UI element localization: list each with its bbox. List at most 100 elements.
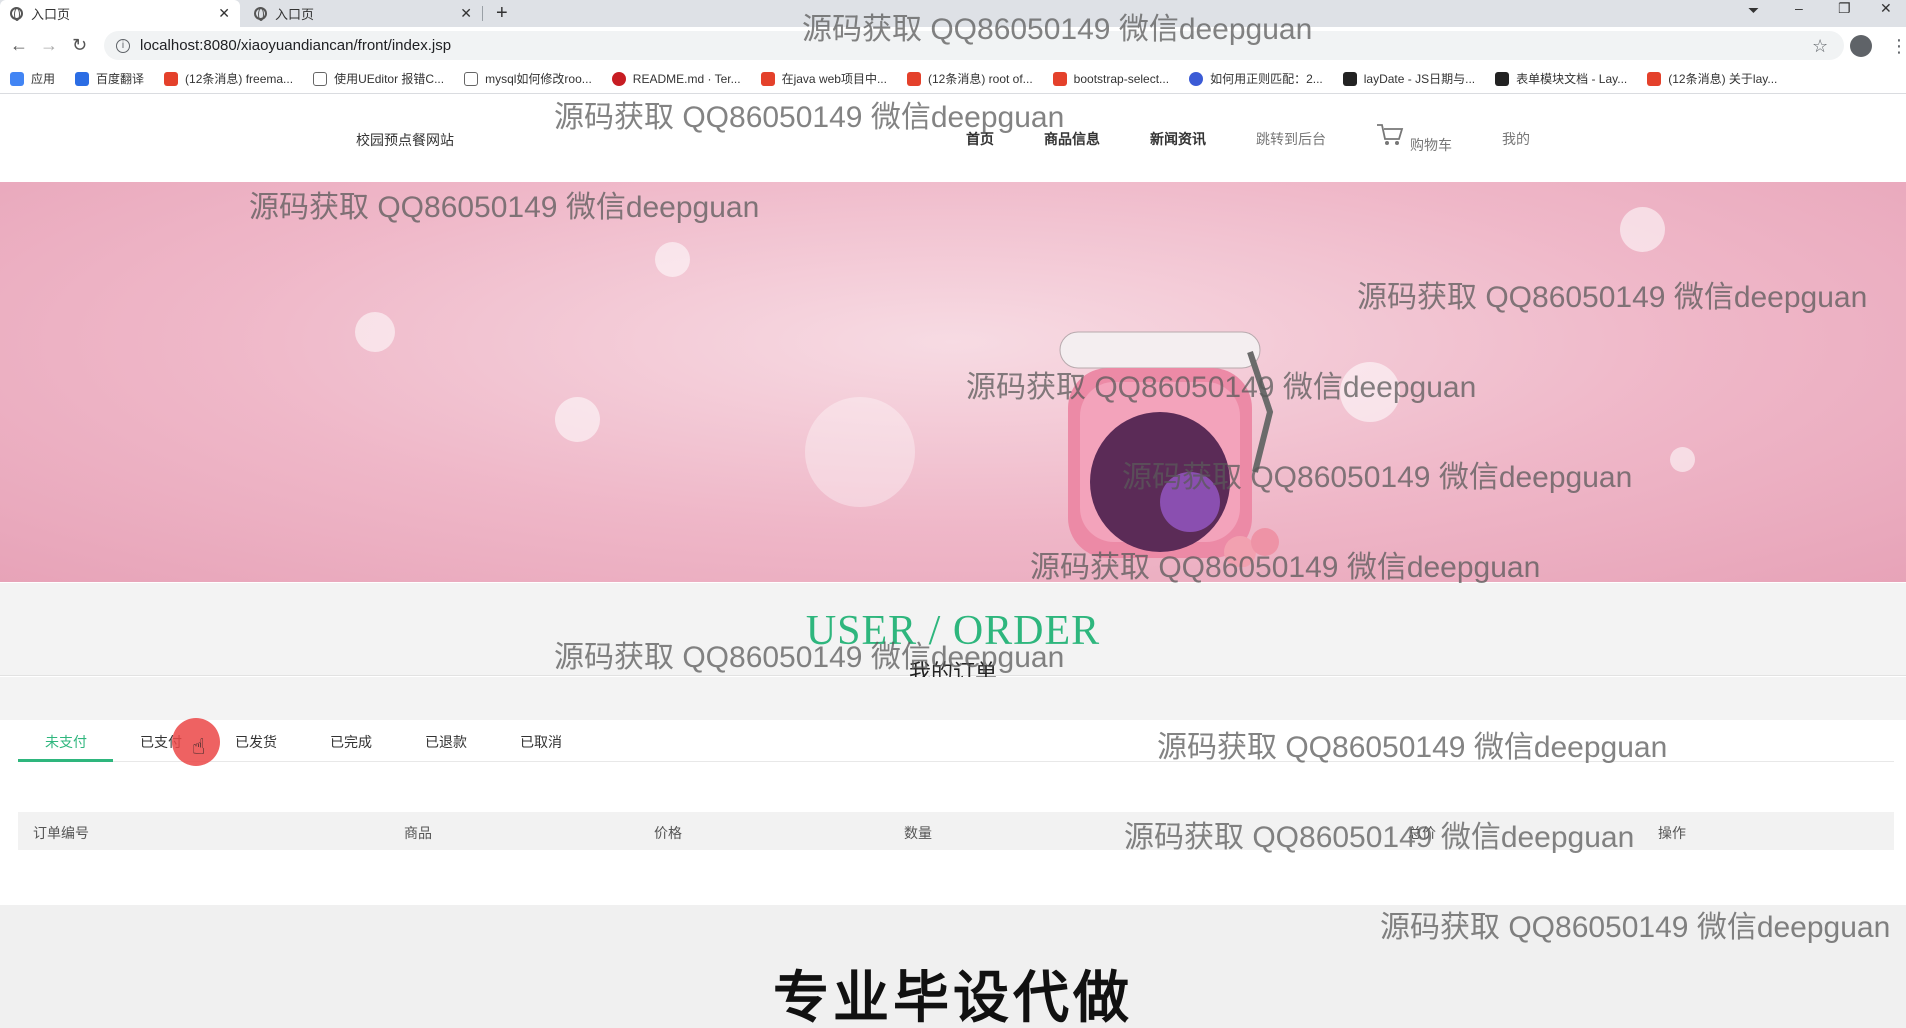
- nav-cart[interactable]: 购物车: [1410, 135, 1452, 155]
- site-brand[interactable]: 校园预点餐网站: [356, 130, 454, 150]
- csdn-icon: [906, 71, 921, 86]
- nav-admin[interactable]: 跳转到后台: [1256, 129, 1326, 149]
- star-icon[interactable]: ☆: [1812, 36, 1828, 57]
- column-price: 价格: [654, 825, 682, 841]
- bookmark-label: (12条消息) 关于lay...: [1668, 72, 1778, 86]
- globe-icon: [254, 7, 267, 21]
- bookmark-label: 百度翻译: [96, 72, 145, 86]
- bookmark-item[interactable]: README.md · Ter...: [611, 71, 741, 86]
- gitee-icon: [611, 71, 626, 86]
- column-product: 商品: [404, 825, 432, 841]
- forward-icon[interactable]: →: [40, 35, 58, 56]
- bokeh: [655, 242, 690, 277]
- column-order-id: 订单编号: [33, 825, 89, 841]
- bokeh: [555, 397, 600, 442]
- tab-completed[interactable]: 已完成: [330, 732, 372, 752]
- bookmark-label: (12条消息) freema...: [185, 72, 294, 86]
- watermark: 源码获取 QQ86050149 微信deepguan: [1157, 731, 1668, 764]
- active-tab-indicator: [18, 759, 113, 762]
- bookmark-label: layDate - JS日期与...: [1363, 72, 1476, 86]
- bookmark-label: 在java web项目中...: [781, 72, 887, 86]
- bokeh: [1670, 447, 1695, 472]
- browser-tab[interactable]: 入口页 ✕: [244, 0, 482, 27]
- watermark: 源码获取 QQ86050149 微信deepguan: [249, 191, 760, 224]
- bookmark-item[interactable]: layDate - JS日期与...: [1342, 70, 1476, 87]
- bookmark-item[interactable]: 百度翻译: [75, 70, 144, 87]
- window-close-icon[interactable]: ✕: [1880, 0, 1892, 22]
- close-icon[interactable]: ✕: [460, 5, 472, 22]
- watermark: 源码获取 QQ86050149 微信deepguan: [554, 101, 1065, 134]
- tab-title: 入口页: [31, 7, 71, 22]
- hero-banner: [0, 182, 1906, 582]
- bookmark-item[interactable]: 在java web项目中...: [760, 70, 887, 87]
- browser-tab-active[interactable]: 入口页 ✕: [0, 0, 240, 27]
- tab-divider: [482, 6, 483, 21]
- tab-cancelled[interactable]: 已取消: [520, 732, 562, 752]
- bookmark-apps[interactable]: 应用: [10, 70, 55, 87]
- bookmark-label: mysql如何修改roo...: [485, 72, 592, 86]
- watermark: 源码获取 QQ86050149 微信deepguan: [966, 371, 1477, 404]
- site-icon: [464, 71, 479, 86]
- bookmarks-bar: 应用 百度翻译 (12条消息) freema... 使用UEditor 报错C.…: [0, 64, 1906, 94]
- apps-icon: [10, 71, 24, 86]
- nav-news[interactable]: 新闻资讯: [1150, 129, 1206, 149]
- column-actions: 操作: [1658, 825, 1686, 841]
- bokeh: [805, 397, 915, 507]
- tab-unpaid[interactable]: 未支付: [45, 732, 87, 752]
- nav-mine[interactable]: 我的: [1502, 129, 1530, 149]
- minimize-icon[interactable]: –: [1795, 0, 1803, 22]
- csdn-icon: [760, 71, 775, 86]
- watermark: 源码获取 QQ86050149 微信deepguan: [1030, 551, 1541, 584]
- bookmark-item[interactable]: (12条消息) root of...: [906, 70, 1033, 87]
- bookmark-item[interactable]: 表单模块文档 - Lay...: [1495, 70, 1627, 87]
- menu-icon[interactable]: ⋮: [1890, 36, 1906, 57]
- bookmark-item[interactable]: (12条消息) 关于lay...: [1647, 70, 1777, 87]
- bookmark-item[interactable]: 如何用正则匹配：2...: [1189, 70, 1323, 87]
- site-icon: [313, 71, 328, 86]
- browser-window: 入口页 ✕ 入口页 ✕ + ⏷ – ❐ ✕ ← → ↻ i localhost:…: [0, 0, 1906, 1028]
- bookmark-label: bootstrap-select...: [1073, 71, 1170, 86]
- watermark: 源码获取 QQ86050149 微信deepguan: [1357, 281, 1868, 314]
- cart-icon[interactable]: [1376, 123, 1404, 147]
- spacer: [0, 677, 1906, 722]
- bookmark-item[interactable]: 使用UEditor 报错C...: [313, 70, 444, 87]
- bookmark-label: README.md · Ter...: [632, 71, 741, 86]
- bookmark-label: 如何用正则匹配：2...: [1210, 72, 1323, 86]
- restore-icon[interactable]: ❐: [1838, 0, 1851, 22]
- profile-dropdown-icon[interactable]: ⏷: [1748, 2, 1759, 24]
- tab-refunded[interactable]: 已退款: [425, 732, 467, 752]
- bookmark-item[interactable]: bootstrap-select...: [1052, 71, 1170, 86]
- baidu-paw-icon: [1189, 71, 1204, 86]
- info-icon[interactable]: i: [116, 38, 130, 53]
- watermark: 源码获取 QQ86050149 微信deepguan: [1122, 461, 1633, 494]
- account-avatar[interactable]: [1850, 35, 1872, 57]
- watermark: 源码获取 QQ86050149 微信deepguan: [1380, 911, 1891, 944]
- reload-icon[interactable]: ↻: [72, 35, 87, 56]
- csdn-icon: [1052, 71, 1067, 86]
- tab-title: 入口页: [275, 7, 315, 22]
- watermark: 源码获取 QQ86050149 微信deepguan: [802, 13, 1313, 46]
- column-quantity: 数量: [904, 825, 932, 841]
- bookmark-item[interactable]: (12条消息) freema...: [164, 70, 293, 87]
- bokeh: [1620, 207, 1665, 252]
- product-jar-image: [1059, 331, 1279, 567]
- bookmark-label: (12条消息) root of...: [927, 72, 1033, 86]
- globe-icon: [10, 7, 23, 21]
- close-icon[interactable]: ✕: [218, 5, 230, 22]
- tab-shipped[interactable]: 已发货: [235, 732, 277, 752]
- watermark: 源码获取 QQ86050149 微信deepguan: [554, 641, 1065, 674]
- layui-icon: [1495, 71, 1510, 86]
- bookmark-label: 表单模块文档 - Lay...: [1516, 72, 1628, 86]
- url-text: localhost:8080/xiaoyuandiancan/front/ind…: [140, 37, 452, 54]
- csdn-icon: [164, 71, 179, 86]
- new-tab-icon[interactable]: +: [496, 2, 508, 25]
- footer-slogan: 专业毕设代做: [773, 966, 1133, 1028]
- bokeh: [355, 312, 395, 352]
- layui-icon: [1342, 71, 1357, 86]
- csdn-icon: [1647, 71, 1662, 86]
- bookmark-label: 应用: [31, 72, 56, 86]
- watermark: 源码获取 QQ86050149 微信deepguan: [1124, 821, 1635, 854]
- bookmark-item[interactable]: mysql如何修改roo...: [464, 70, 592, 87]
- back-icon[interactable]: ←: [10, 35, 28, 56]
- translate-icon: [75, 71, 90, 86]
